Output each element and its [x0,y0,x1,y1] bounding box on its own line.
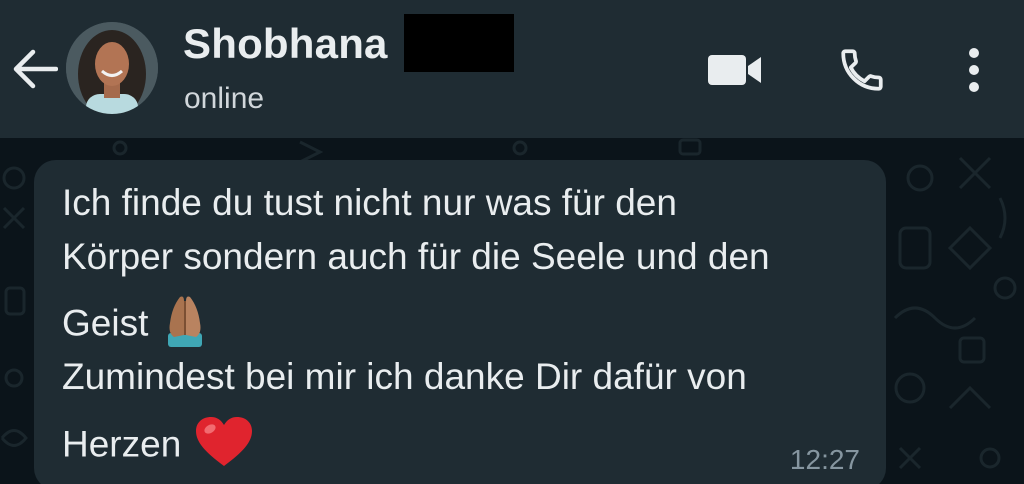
back-button[interactable] [10,44,60,94]
message-line: Körper sondern auch für die Seele und de… [62,236,770,277]
menu-button[interactable] [950,44,998,96]
chat-header: Shobhana online [0,0,1024,138]
redaction-box [404,14,514,72]
message-line-text: Geist [62,302,149,344]
message-line-text: Herzen [62,423,182,465]
arrow-left-icon [13,49,58,89]
folded-hands-emoji [162,293,208,358]
message-line: Herzen [62,416,253,477]
red-heart-emoji [195,416,253,477]
voice-call-button[interactable] [830,44,894,96]
message-line: Zumindest bei mir ich danke Dir dafür vo… [62,356,747,397]
phone-icon [841,49,883,91]
video-camera-icon [708,55,761,85]
chat-area[interactable]: Ich finde du tust nicht nur was für den … [0,138,1024,484]
video-call-button[interactable] [700,44,770,96]
message-line: Ich finde du tust nicht nur was für den [62,182,677,223]
more-vertical-icon [969,48,979,92]
contact-name[interactable]: Shobhana [183,20,388,68]
avatar[interactable] [66,22,158,114]
incoming-message-bubble[interactable]: Ich finde du tust nicht nur was für den … [34,160,886,484]
contact-status: online [184,82,265,115]
message-line: Geist [62,293,208,358]
message-timestamp: 12:27 [789,444,860,475]
